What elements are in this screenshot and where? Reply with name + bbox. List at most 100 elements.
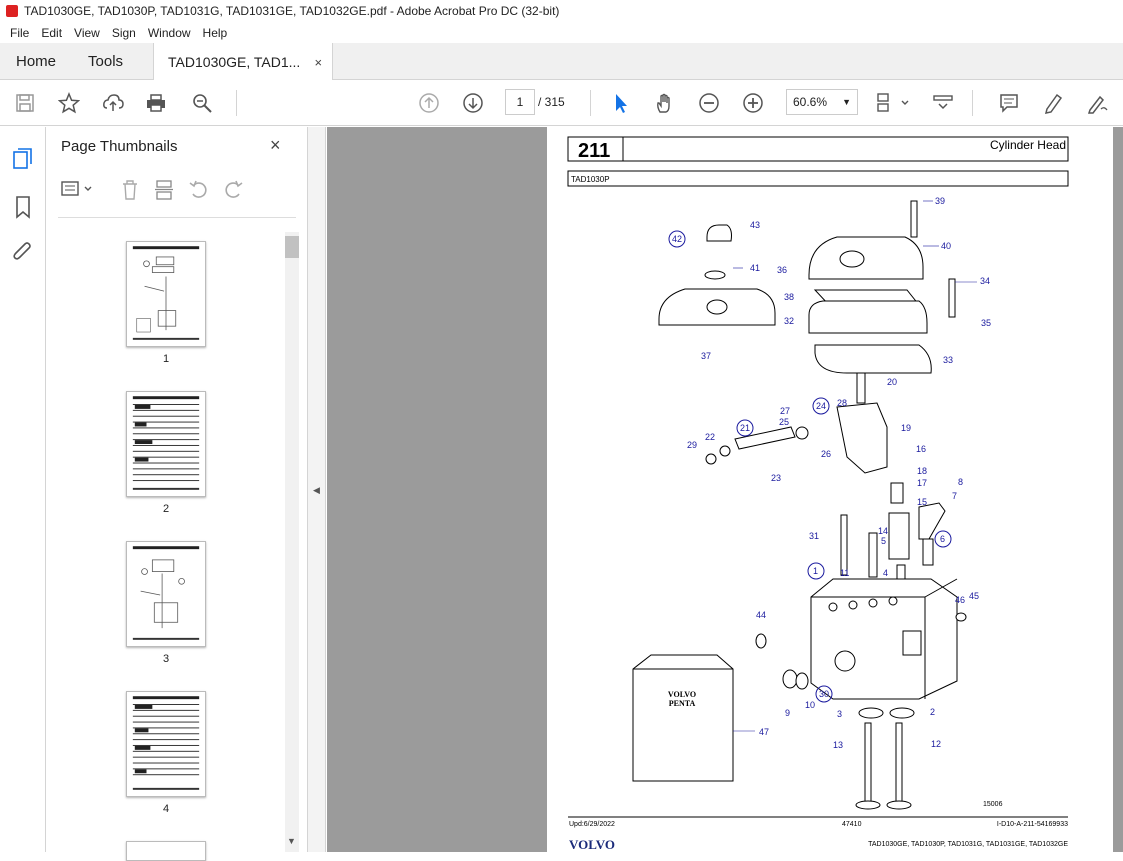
callout: 44 — [756, 610, 766, 620]
sign-pen-icon[interactable] — [1085, 91, 1109, 115]
menu-sign[interactable]: Sign — [106, 26, 142, 40]
zoom-in-icon[interactable] — [741, 91, 765, 115]
delete-page-icon[interactable] — [120, 179, 140, 201]
collapse-arrow-icon[interactable]: ◀ — [313, 485, 320, 496]
chevron-down-icon: ▼ — [842, 97, 851, 107]
callout: 29 — [687, 440, 697, 450]
callout: 17 — [917, 478, 927, 488]
panel-collapse-bar[interactable]: ◀ — [308, 127, 326, 852]
rotate-right-icon[interactable] — [222, 179, 244, 201]
model-label: TAD1030P — [571, 175, 610, 184]
menu-edit[interactable]: Edit — [35, 26, 68, 40]
toolbar-divider — [972, 90, 973, 116]
menu-view[interactable]: View — [68, 26, 106, 40]
thumbnail-page-1[interactable] — [126, 241, 206, 347]
page-number-input[interactable]: 1 — [505, 89, 535, 115]
thumbnail-label: 3 — [162, 653, 170, 665]
acrobat-app-icon — [6, 5, 18, 17]
callout: 8 — [958, 477, 963, 487]
upload-cloud-icon[interactable] — [101, 91, 125, 115]
document-viewer[interactable]: 211 Cylinder Head TAD1030P VOLVO PENTA 3… — [327, 127, 1123, 852]
parts-kit-box — [632, 654, 734, 782]
page-total: / 315 — [538, 95, 565, 109]
highlight-pen-icon[interactable] — [1041, 91, 1065, 115]
toolbar-divider — [236, 90, 237, 116]
section-number: 211 — [578, 140, 610, 162]
callout: 23 — [771, 473, 781, 483]
tab-home[interactable]: Home — [0, 43, 72, 79]
callout: 18 — [917, 466, 927, 476]
save-icon[interactable] — [13, 91, 37, 115]
select-cursor-icon[interactable] — [609, 91, 633, 115]
callout: 7 — [952, 491, 957, 501]
callout: 26 — [821, 449, 831, 459]
bookmarks-icon[interactable] — [12, 195, 34, 219]
menu-help[interactable]: Help — [197, 26, 234, 40]
page-thumbnails-icon[interactable] — [11, 147, 35, 171]
bookmark-star-icon[interactable] — [57, 91, 81, 115]
callout: 39 — [935, 196, 945, 206]
tab-document-label: TAD1030GE, TAD1... — [168, 54, 301, 70]
scroll-down-icon[interactable]: ▼ — [287, 836, 296, 846]
kit-brand-volvo: VOLVO — [668, 690, 696, 699]
print-icon[interactable] — [144, 91, 168, 115]
callout: 22 — [705, 432, 715, 442]
panel-close-icon[interactable]: × — [270, 135, 281, 156]
title-bar: TAD1030GE, TAD1030P, TAD1031G, TAD1031GE… — [0, 0, 1123, 22]
callout: 36 — [777, 265, 787, 275]
thumbnail-label: 2 — [162, 503, 170, 515]
callout: 16 — [916, 444, 926, 454]
zoom-level-value: 60.6% — [793, 95, 828, 109]
menu-file[interactable]: File — [4, 26, 35, 40]
callout: 14 — [878, 526, 888, 536]
callout: 10 — [805, 700, 815, 710]
tab-close-icon[interactable]: × — [314, 55, 322, 70]
page-display-icon[interactable] — [876, 91, 910, 115]
thumbnail-page-3[interactable] — [126, 541, 206, 647]
rotate-left-icon[interactable] — [188, 179, 210, 201]
section-title: Cylinder Head — [990, 138, 1066, 152]
kit-brand-penta: PENTA — [669, 699, 696, 708]
callout: 37 — [701, 351, 711, 361]
callout: 2 — [930, 707, 935, 717]
left-rail — [0, 127, 46, 852]
callout: 11 — [840, 568, 849, 578]
menu-window[interactable]: Window — [142, 26, 197, 40]
find-zoom-icon[interactable] — [190, 91, 214, 115]
callout: 4 — [883, 568, 888, 578]
callout: 12 — [931, 739, 941, 749]
callout: 21 — [740, 423, 750, 433]
zoom-out-icon[interactable] — [697, 91, 721, 115]
callout: 25 — [779, 417, 789, 427]
insert-page-icon[interactable] — [154, 179, 174, 201]
callout: 20 — [887, 377, 897, 387]
thumbnail-page-2[interactable] — [126, 391, 206, 497]
thumbnail-label: 1 — [162, 353, 170, 365]
tab-bar: Home Tools TAD1030GE, TAD1... × — [0, 43, 1123, 81]
previous-page-icon[interactable] — [417, 91, 441, 115]
model-box — [567, 170, 1069, 187]
callout: 27 — [780, 406, 790, 416]
next-page-icon[interactable] — [461, 91, 485, 115]
tab-document[interactable]: TAD1030GE, TAD1... × — [153, 43, 334, 81]
tab-tools[interactable]: Tools — [72, 43, 139, 79]
callout: 32 — [784, 316, 794, 326]
figure-id: 15006 — [983, 801, 1003, 808]
panel-divider — [58, 217, 296, 218]
thumbnail-page-4[interactable] — [126, 691, 206, 797]
scroll-mode-icon[interactable] — [931, 91, 955, 115]
callout: 34 — [980, 276, 990, 286]
pdf-page: 211 Cylinder Head TAD1030P VOLVO PENTA 3… — [547, 127, 1113, 852]
scrollbar-thumb[interactable] — [285, 236, 299, 258]
callout: 42 — [672, 234, 682, 244]
thumbnail-label: 4 — [162, 803, 170, 815]
zoom-level-select[interactable]: 60.6% ▼ — [786, 89, 858, 115]
thumbnail-options-icon[interactable] — [60, 179, 96, 199]
hand-tool-icon[interactable] — [653, 91, 677, 115]
window-title: TAD1030GE, TAD1030P, TAD1031G, TAD1031GE… — [24, 4, 560, 18]
callout: 30 — [819, 689, 829, 699]
thumbnail-page-5[interactable] — [126, 841, 206, 861]
attachments-icon[interactable] — [12, 241, 34, 265]
thumbnail-scrollbar[interactable]: ▼ — [285, 232, 299, 852]
comment-icon[interactable] — [997, 91, 1021, 115]
